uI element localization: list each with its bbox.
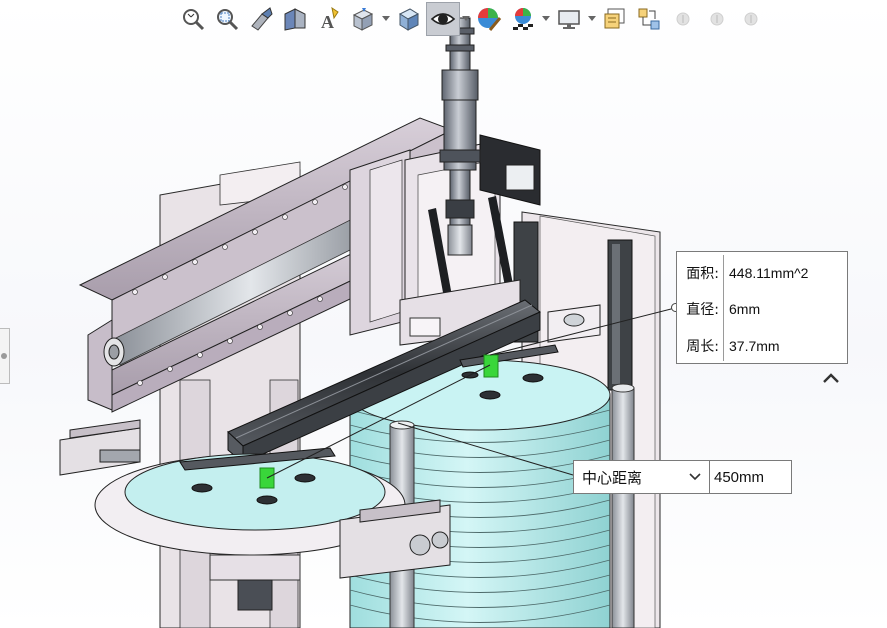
distance-mode-label: 中心距离 xyxy=(582,468,643,487)
scene-icon[interactable] xyxy=(506,2,540,36)
chevron-down-icon[interactable] xyxy=(586,2,598,36)
info-disabled-icon xyxy=(700,2,734,36)
measure-value-area: 448.11mm^2 xyxy=(729,264,809,281)
display-style-icon[interactable] xyxy=(392,2,426,36)
feature-manager-flyout-tab[interactable] xyxy=(0,328,10,384)
info-disabled-icon xyxy=(666,2,700,36)
heads-up-view-toolbar: A xyxy=(176,2,768,36)
bearing-block xyxy=(547,304,601,343)
measure-row-perimeter: 周长: 37.7mm xyxy=(677,327,847,364)
measure-label-perimeter: 周长: xyxy=(686,338,719,355)
info-disabled-icon xyxy=(734,2,768,36)
distance-callout: 中心距离 450mm xyxy=(573,460,793,494)
appearance-icon[interactable] xyxy=(472,2,506,36)
zoom-fit-icon[interactable] xyxy=(176,2,210,36)
zoom-area-icon[interactable] xyxy=(210,2,244,36)
section-view-icon[interactable] xyxy=(278,2,312,36)
eye-icon[interactable] xyxy=(426,2,460,36)
display-pane-icon[interactable] xyxy=(598,2,632,36)
chevron-up-icon[interactable] xyxy=(820,370,842,386)
measure-value-diameter: 6mm xyxy=(729,300,761,317)
distance-mode-select[interactable]: 中心距离 xyxy=(573,460,710,494)
measure-label-diameter: 直径: xyxy=(686,301,719,318)
distance-value: 450mm xyxy=(710,460,792,494)
slide-cylinder-left xyxy=(59,419,141,476)
chevron-down-icon[interactable] xyxy=(460,2,472,36)
svg-text:A: A xyxy=(321,12,334,32)
chevron-down-icon[interactable] xyxy=(380,2,392,36)
view-orientation-icon[interactable] xyxy=(346,2,380,36)
graphics-viewport[interactable]: A 面积: 448.11mm^2 直径: 6mm 周长: 37.7mm 中心距离… xyxy=(0,0,887,628)
monitor-icon[interactable] xyxy=(552,2,586,36)
previous-view-icon[interactable] xyxy=(244,2,278,36)
measure-row-area: 面积: 448.11mm^2 xyxy=(677,254,847,291)
measure-row-diameter: 直径: 6mm xyxy=(677,290,847,327)
chevron-down-icon[interactable] xyxy=(540,2,552,36)
annotation-view-icon[interactable]: A xyxy=(312,2,346,36)
measure-label-area: 面积: xyxy=(686,265,719,282)
measure-callout[interactable]: 面积: 448.11mm^2 直径: 6mm 周长: 37.7mm xyxy=(676,251,848,364)
chevron-down-icon xyxy=(689,473,701,481)
flyout-handle-icon xyxy=(1,353,7,359)
measure-value-perimeter: 37.7mm xyxy=(729,337,780,354)
link-views-icon[interactable] xyxy=(632,2,666,36)
